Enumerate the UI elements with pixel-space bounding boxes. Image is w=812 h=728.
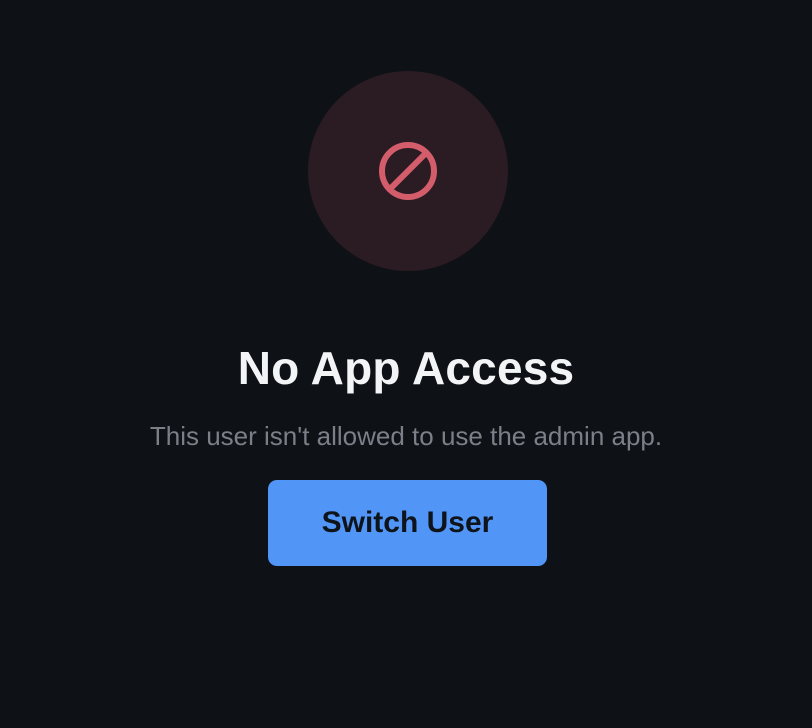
page-title: No App Access [237, 341, 575, 394]
switch-user-button[interactable]: Switch User [268, 480, 547, 566]
access-message: This user isn't allowed to use the admin… [149, 421, 663, 451]
prohibited-icon [379, 142, 437, 200]
icon-badge [308, 71, 508, 271]
no-access-screen: No App Access This user isn't allowed to… [0, 0, 812, 728]
